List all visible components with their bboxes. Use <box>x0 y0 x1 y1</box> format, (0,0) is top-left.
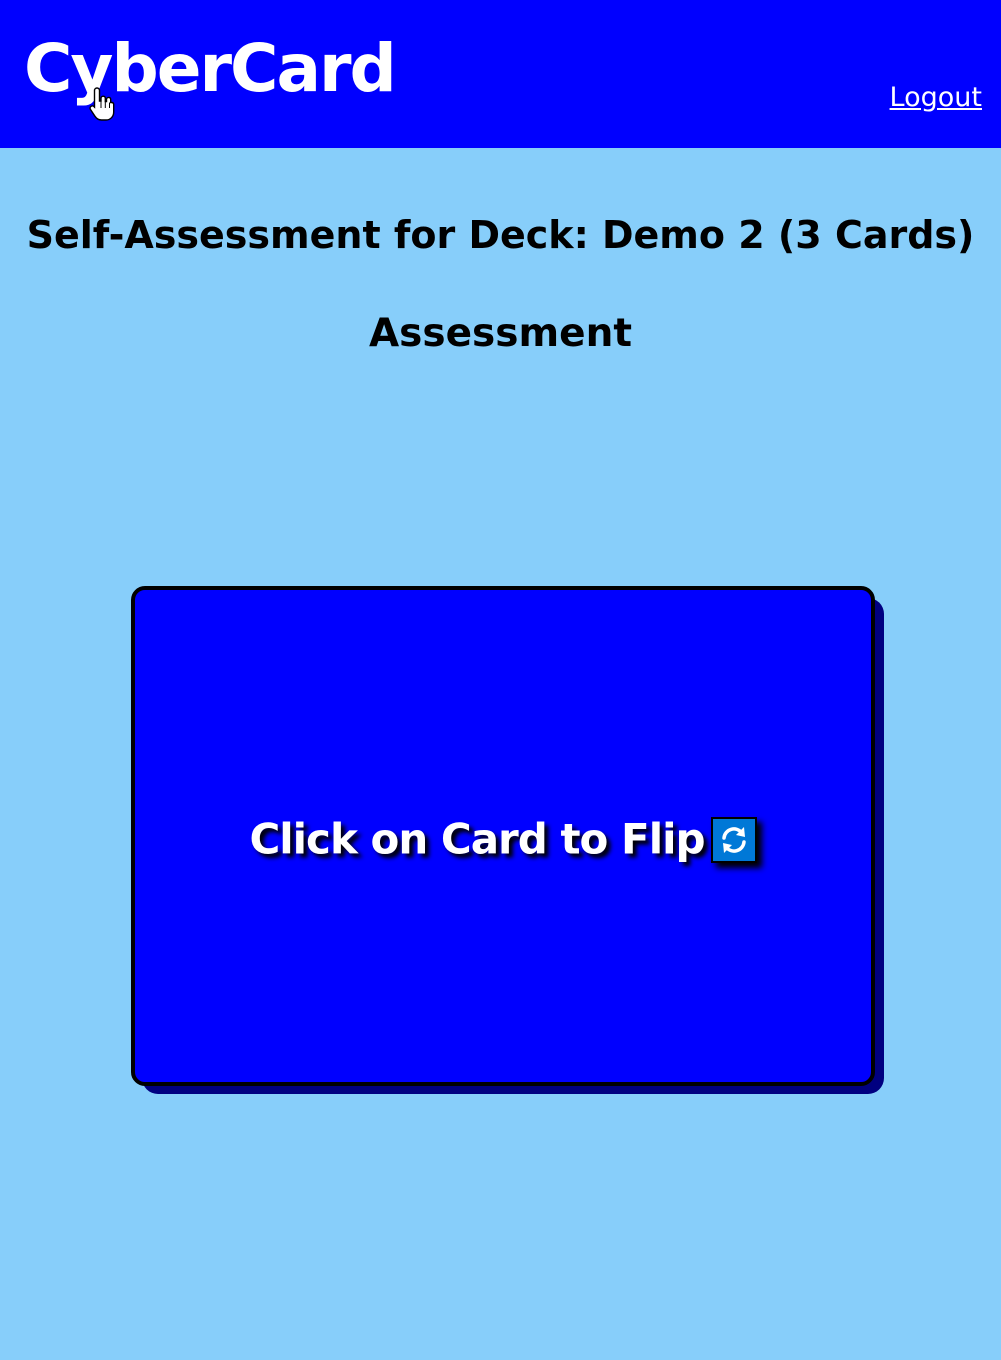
flip-arrows-icon <box>710 816 757 863</box>
top-navbar: CyberCard Logout <box>0 0 1001 148</box>
card-prompt-text: Click on Card to Flip <box>249 814 705 864</box>
logout-link[interactable]: Logout <box>890 84 982 111</box>
brand-logo[interactable]: CyberCard <box>24 36 397 102</box>
page-title: Self-Assessment for Deck: Demo 2 (3 Card… <box>26 213 975 257</box>
section-title: Assessment <box>369 311 632 356</box>
hand-pointer-cursor-icon <box>89 87 115 121</box>
card-prompt: Click on Card to Flip <box>135 816 871 863</box>
flip-card[interactable]: Click on Card to Flip <box>131 586 875 1086</box>
